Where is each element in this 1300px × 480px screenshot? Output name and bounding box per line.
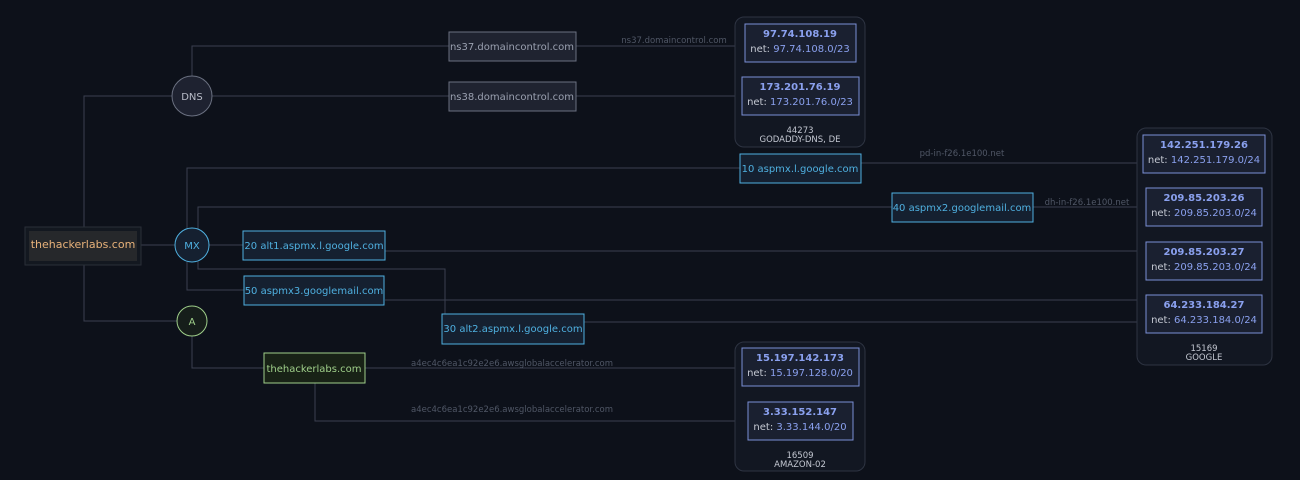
ip-net: net: 97.74.108.0/23 [750, 44, 850, 55]
ip-node-209-85-203-27[interactable]: 209.85.203.27 net: 209.85.203.0/24 [1145, 241, 1263, 281]
ns-label: ns37.domaincontrol.com [450, 42, 574, 53]
ip-address: 64.233.184.27 [1164, 300, 1245, 311]
ip-net: net: 209.85.203.0/24 [1151, 208, 1257, 219]
ns-node-ns37[interactable]: ns37.domaincontrol.com [448, 31, 577, 62]
edge-host-ip2 [314, 383, 748, 422]
mx-record-label: 20 alt1.aspmx.l.google.com [244, 241, 383, 252]
mx-record-30[interactable]: 30 alt2.aspmx.l.google.com [441, 313, 585, 345]
edge-label-aws-1: a4ec4c6ea1c92e2e6.awsglobalaccelerator.c… [411, 359, 613, 369]
mx-node[interactable]: MX [174, 227, 210, 263]
ip-address: 15.197.142.173 [756, 353, 844, 364]
mx-record-label: 30 alt2.aspmx.l.google.com [443, 324, 582, 335]
mx-record-40[interactable]: 40 aspmx2.googlemail.com [891, 192, 1034, 223]
ip-node-173-201-76-19[interactable]: 173.201.76.19 net: 173.201.76.0/23 [741, 76, 860, 116]
ip-address: 173.201.76.19 [760, 82, 841, 93]
mx-record-20[interactable]: 20 alt1.aspmx.l.google.com [242, 230, 386, 261]
asn-name: GOOGLE [1186, 353, 1223, 363]
a-label: A [189, 317, 196, 328]
ip-address: 209.85.203.27 [1164, 247, 1245, 258]
asn-name: AMAZON-02 [774, 460, 826, 470]
edge-label-aws-2: a4ec4c6ea1c92e2e6.awsglobalaccelerator.c… [411, 405, 613, 415]
ip-node-64-233-184-27[interactable]: 64.233.184.27 net: 64.233.184.0/24 [1145, 294, 1263, 334]
domain-node[interactable]: thehackerlabs.com [24, 226, 142, 266]
ip-address: 3.33.152.147 [763, 407, 837, 418]
ip-node-3-33-152-147[interactable]: 3.33.152.147 net: 3.33.144.0/20 [747, 401, 854, 441]
mx-record-label: 40 aspmx2.googlemail.com [893, 203, 1032, 214]
a-record-label: thehackerlabs.com [266, 364, 361, 375]
edge-a-host [191, 336, 264, 369]
domain-label: thehackerlabs.com [31, 238, 136, 251]
edge-domain-dns [83, 95, 172, 232]
mx-record-label: 50 aspmx3.googlemail.com [245, 286, 384, 297]
edge-dns-ns37 [191, 45, 449, 76]
ip-node-15-197-142-173[interactable]: 15.197.142.173 net: 15.197.128.0/20 [741, 347, 860, 387]
a-record-host[interactable]: thehackerlabs.com [263, 352, 366, 384]
ns-label: ns38.domaincontrol.com [450, 92, 574, 103]
ip-net: net: 3.33.144.0/20 [753, 422, 846, 433]
dns-label: DNS [181, 92, 203, 103]
edge-label-dh-in: dh-in-f26.1e100.net [1045, 198, 1130, 208]
ns-node-ns38[interactable]: ns38.domaincontrol.com [448, 81, 577, 112]
ip-address: 209.85.203.26 [1164, 193, 1245, 204]
edge-label-ns37: ns37.domaincontrol.com [621, 36, 727, 46]
ip-net: net: 64.233.184.0/24 [1151, 315, 1257, 326]
dns-node[interactable]: DNS [171, 75, 213, 117]
edge-mx-40 [197, 206, 892, 232]
dns-graph: ns37.domaincontrol.com pd-in-f26.1e100.n… [24, 16, 1273, 472]
ip-net: net: 173.201.76.0/23 [747, 97, 853, 108]
ip-address: 142.251.179.26 [1160, 140, 1248, 151]
a-node[interactable]: A [176, 305, 208, 337]
ip-node-142-251-179-26[interactable]: 142.251.179.26 net: 142.251.179.0/24 [1142, 134, 1266, 174]
mx-record-50[interactable]: 50 aspmx3.googlemail.com [243, 275, 385, 306]
edge-domain-a [83, 258, 177, 322]
asn-name: GODADDY-DNS, DE [760, 135, 841, 145]
mx-record-10[interactable]: 10 aspmx.l.google.com [739, 153, 862, 184]
ip-net: net: 15.197.128.0/20 [747, 368, 853, 379]
ip-net: net: 142.251.179.0/24 [1148, 155, 1260, 166]
edge-mx-50 [186, 260, 244, 291]
ip-address: 97.74.108.19 [763, 29, 837, 40]
ip-node-97-74-108-19[interactable]: 97.74.108.19 net: 97.74.108.0/23 [744, 23, 857, 63]
mx-record-label: 10 aspmx.l.google.com [742, 164, 859, 175]
ip-net: net: 209.85.203.0/24 [1151, 262, 1257, 273]
edge-mx-10 [186, 167, 740, 230]
edge-label-pd-in: pd-in-f26.1e100.net [920, 149, 1005, 159]
ip-node-209-85-203-26[interactable]: 209.85.203.26 net: 209.85.203.0/24 [1145, 187, 1263, 227]
mx-label: MX [184, 241, 200, 252]
